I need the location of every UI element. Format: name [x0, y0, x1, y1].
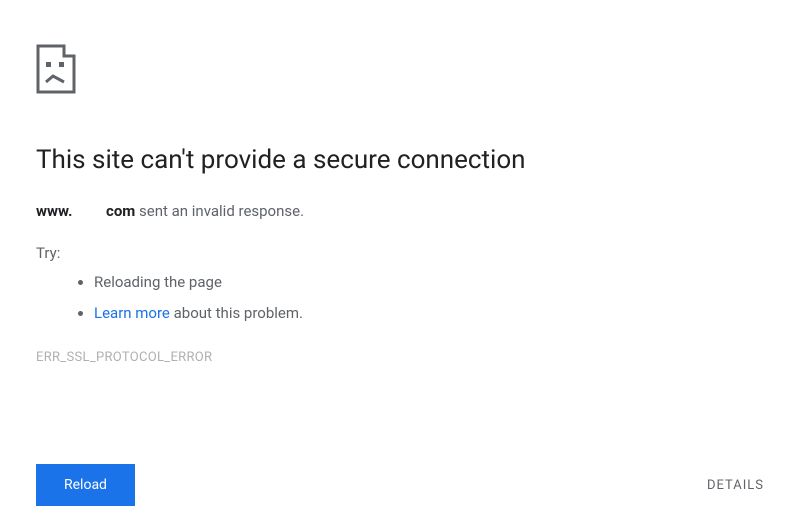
reload-button[interactable]: Reload	[36, 464, 135, 506]
learn-more-link[interactable]: Learn more	[94, 304, 170, 322]
suggestion-reload: Reloading the page	[94, 272, 764, 293]
host-suffix: com	[106, 202, 135, 220]
error-heading: This site can't provide a secure connect…	[36, 144, 764, 178]
learn-more-after: about this problem.	[170, 304, 303, 322]
host-prefix: www.	[36, 202, 73, 220]
try-label: Try:	[36, 244, 764, 262]
details-button[interactable]: DETAILS	[707, 478, 764, 493]
suggestions-list: Reloading the page Learn more about this…	[94, 272, 764, 324]
suggestion-learn-more: Learn more about this problem.	[94, 303, 764, 324]
subtext-after: sent an invalid response.	[135, 202, 304, 220]
error-subtext: www. com sent an invalid response.	[36, 202, 764, 220]
footer: Reload DETAILS	[36, 464, 764, 506]
error-code: ERR_SSL_PROTOCOL_ERROR	[36, 350, 764, 365]
sad-page-icon	[36, 44, 764, 94]
